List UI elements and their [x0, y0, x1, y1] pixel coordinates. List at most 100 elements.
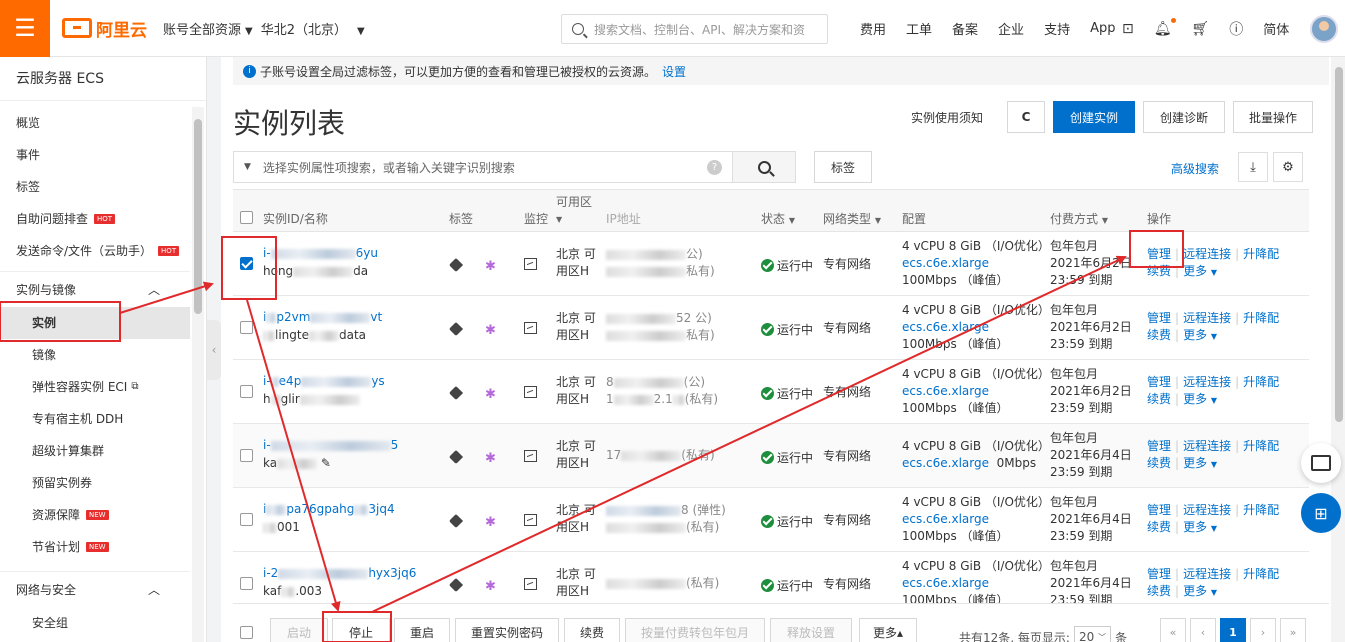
sidebar-scrollbar[interactable]	[192, 107, 204, 642]
cloud-monitor-icon[interactable]	[485, 451, 497, 463]
top-link-enterprise[interactable]: 企业	[998, 19, 1024, 38]
global-search-input[interactable]: 搜索文档、控制台、API、解决方案和资	[561, 14, 828, 44]
scrollbar-thumb[interactable]	[1335, 67, 1343, 422]
page-size-select[interactable]: 20 ﹀	[1073, 626, 1112, 642]
manage-link[interactable]: 管理	[1147, 567, 1171, 581]
cart-icon[interactable]: 🛒︎	[1192, 21, 1210, 37]
top-link-app[interactable]: App	[1090, 21, 1115, 36]
manage-link[interactable]: 管理	[1147, 439, 1171, 453]
upgrade-link[interactable]: 升降配	[1243, 375, 1279, 389]
instance-filter-input[interactable]: ▼ 选择实例属性项搜索，或者输入关键字识别搜索 ?	[233, 151, 733, 183]
monitor-chart-icon[interactable]	[524, 386, 537, 398]
hamburger-menu-icon[interactable]: ☰	[0, 0, 50, 57]
stop-button[interactable]: 停止	[332, 618, 390, 642]
sidebar-item-ddh[interactable]: 专有宿主机 DDH	[0, 403, 190, 435]
language-switch[interactable]: 简体	[1263, 19, 1289, 38]
last-page-button[interactable]: »	[1280, 618, 1306, 642]
monitor-chart-icon[interactable]	[524, 514, 537, 526]
cloud-monitor-icon[interactable]	[485, 387, 497, 399]
more-link[interactable]: 更多	[1183, 520, 1207, 534]
manage-link[interactable]: 管理	[1147, 247, 1171, 261]
tag-icon[interactable]	[448, 449, 464, 465]
sidebar-item-security-group[interactable]: 安全组	[0, 607, 190, 639]
footer-select-all-checkbox[interactable]	[240, 626, 253, 639]
sidebar-item-reserved[interactable]: 预留实例券	[0, 467, 190, 499]
top-link-ticket[interactable]: 工单	[906, 19, 932, 38]
cloud-monitor-icon[interactable]	[485, 259, 497, 271]
instance-id-link[interactable]: i pa76gpahg 3jq4	[263, 501, 395, 518]
convert-billing-button[interactable]: 按量付费转包年包月	[625, 618, 765, 642]
tag-icon[interactable]	[448, 513, 464, 529]
scrollbar-thumb[interactable]	[194, 119, 202, 314]
usage-note-link[interactable]: 实例使用须知	[911, 109, 983, 126]
sidebar-group-network-security[interactable]: 网络与安全 ︿	[0, 571, 190, 607]
tag-filter-button[interactable]: 标签	[814, 151, 872, 183]
renew-button[interactable]: 续费	[564, 618, 620, 642]
monitor-chart-icon[interactable]	[524, 578, 537, 590]
notice-settings-link[interactable]: 设置	[662, 63, 686, 80]
sidebar-item-troubleshoot[interactable]: 自助问题排查 HOT	[0, 203, 190, 235]
terminal-icon[interactable]: ⊡	[1122, 21, 1134, 37]
col-status[interactable]: 状态 ▼	[761, 210, 795, 227]
more-link[interactable]: 更多	[1183, 264, 1207, 278]
instance-id-link[interactable]: i- 5	[263, 437, 398, 454]
upgrade-link[interactable]: 升降配	[1243, 503, 1279, 517]
row-checkbox[interactable]	[240, 321, 253, 334]
renew-link[interactable]: 续费	[1147, 456, 1171, 470]
main-scrollbar[interactable]	[1333, 57, 1345, 642]
remote-connect-link[interactable]: 远程连接	[1183, 375, 1231, 389]
col-billing[interactable]: 付费方式 ▼	[1050, 210, 1108, 227]
more-link[interactable]: 更多	[1183, 584, 1207, 598]
col-network[interactable]: 网络类型 ▼	[823, 210, 881, 227]
sidebar-item-overview[interactable]: 概览	[0, 107, 190, 139]
upgrade-link[interactable]: 升降配	[1243, 247, 1279, 261]
instance-id-link[interactable]: i-2 hyx3jq6	[263, 565, 416, 582]
cloud-monitor-icon[interactable]	[485, 515, 497, 527]
row-checkbox[interactable]	[240, 257, 253, 270]
reset-password-button[interactable]: 重置实例密码	[455, 618, 559, 642]
edit-pencil-icon[interactable]: ✎	[321, 456, 331, 470]
create-instance-button[interactable]: 创建实例	[1053, 101, 1136, 133]
more-link[interactable]: 更多	[1183, 456, 1207, 470]
advanced-search-link[interactable]: 高级搜索	[1171, 160, 1219, 177]
region-select[interactable]: 华北2（北京） ▼	[261, 19, 369, 38]
gear-icon[interactable]: ⚙	[1273, 152, 1303, 182]
prev-page-button[interactable]: ‹	[1190, 618, 1216, 642]
upgrade-link[interactable]: 升降配	[1243, 311, 1279, 325]
account-scope-select[interactable]: 账号全部资源 ▼	[163, 19, 257, 38]
search-button[interactable]	[732, 151, 796, 183]
release-settings-button[interactable]: 释放设置	[770, 618, 852, 642]
monitor-chart-icon[interactable]	[524, 450, 537, 462]
top-link-cost[interactable]: 费用	[860, 19, 886, 38]
monitor-chart-icon[interactable]	[524, 322, 537, 334]
more-actions-button[interactable]: 更多▴	[859, 618, 917, 642]
row-checkbox[interactable]	[240, 449, 253, 462]
remote-connect-link[interactable]: 远程连接	[1183, 503, 1231, 517]
question-icon[interactable]: ?	[707, 160, 722, 175]
monitor-chart-icon[interactable]	[524, 258, 537, 270]
renew-link[interactable]: 续费	[1147, 584, 1171, 598]
row-checkbox[interactable]	[240, 513, 253, 526]
manage-link[interactable]: 管理	[1147, 503, 1171, 517]
row-checkbox[interactable]	[240, 577, 253, 590]
upgrade-link[interactable]: 升降配	[1243, 439, 1279, 453]
sidebar-item-images[interactable]: 镜像	[0, 339, 190, 371]
page-1-button[interactable]: 1	[1220, 618, 1246, 642]
renew-link[interactable]: 续费	[1147, 392, 1171, 406]
row-checkbox[interactable]	[240, 385, 253, 398]
col-zone[interactable]: 可用区 ▼	[556, 194, 592, 228]
help-icon[interactable]: ⓘ	[1229, 19, 1243, 39]
batch-operations-button[interactable]: 批量操作	[1233, 101, 1314, 133]
sidebar-group-instances-images[interactable]: 实例与镜像 ︿	[0, 271, 190, 307]
avatar[interactable]	[1310, 15, 1338, 43]
restart-button[interactable]: 重启	[394, 618, 450, 642]
sidebar-item-tags[interactable]: 标签	[0, 171, 190, 203]
upgrade-link[interactable]: 升降配	[1243, 567, 1279, 581]
cloud-monitor-icon[interactable]	[485, 579, 497, 591]
sidebar-item-events[interactable]: 事件	[0, 139, 190, 171]
sidebar-item-savings-plan[interactable]: 节省计划 NEW	[0, 531, 190, 563]
create-diagnosis-button[interactable]: 创建诊断	[1143, 101, 1226, 133]
instance-id-link[interactable]: i- 6yu	[263, 245, 378, 262]
tag-icon[interactable]	[448, 257, 464, 273]
next-page-button[interactable]: ›	[1250, 618, 1276, 642]
